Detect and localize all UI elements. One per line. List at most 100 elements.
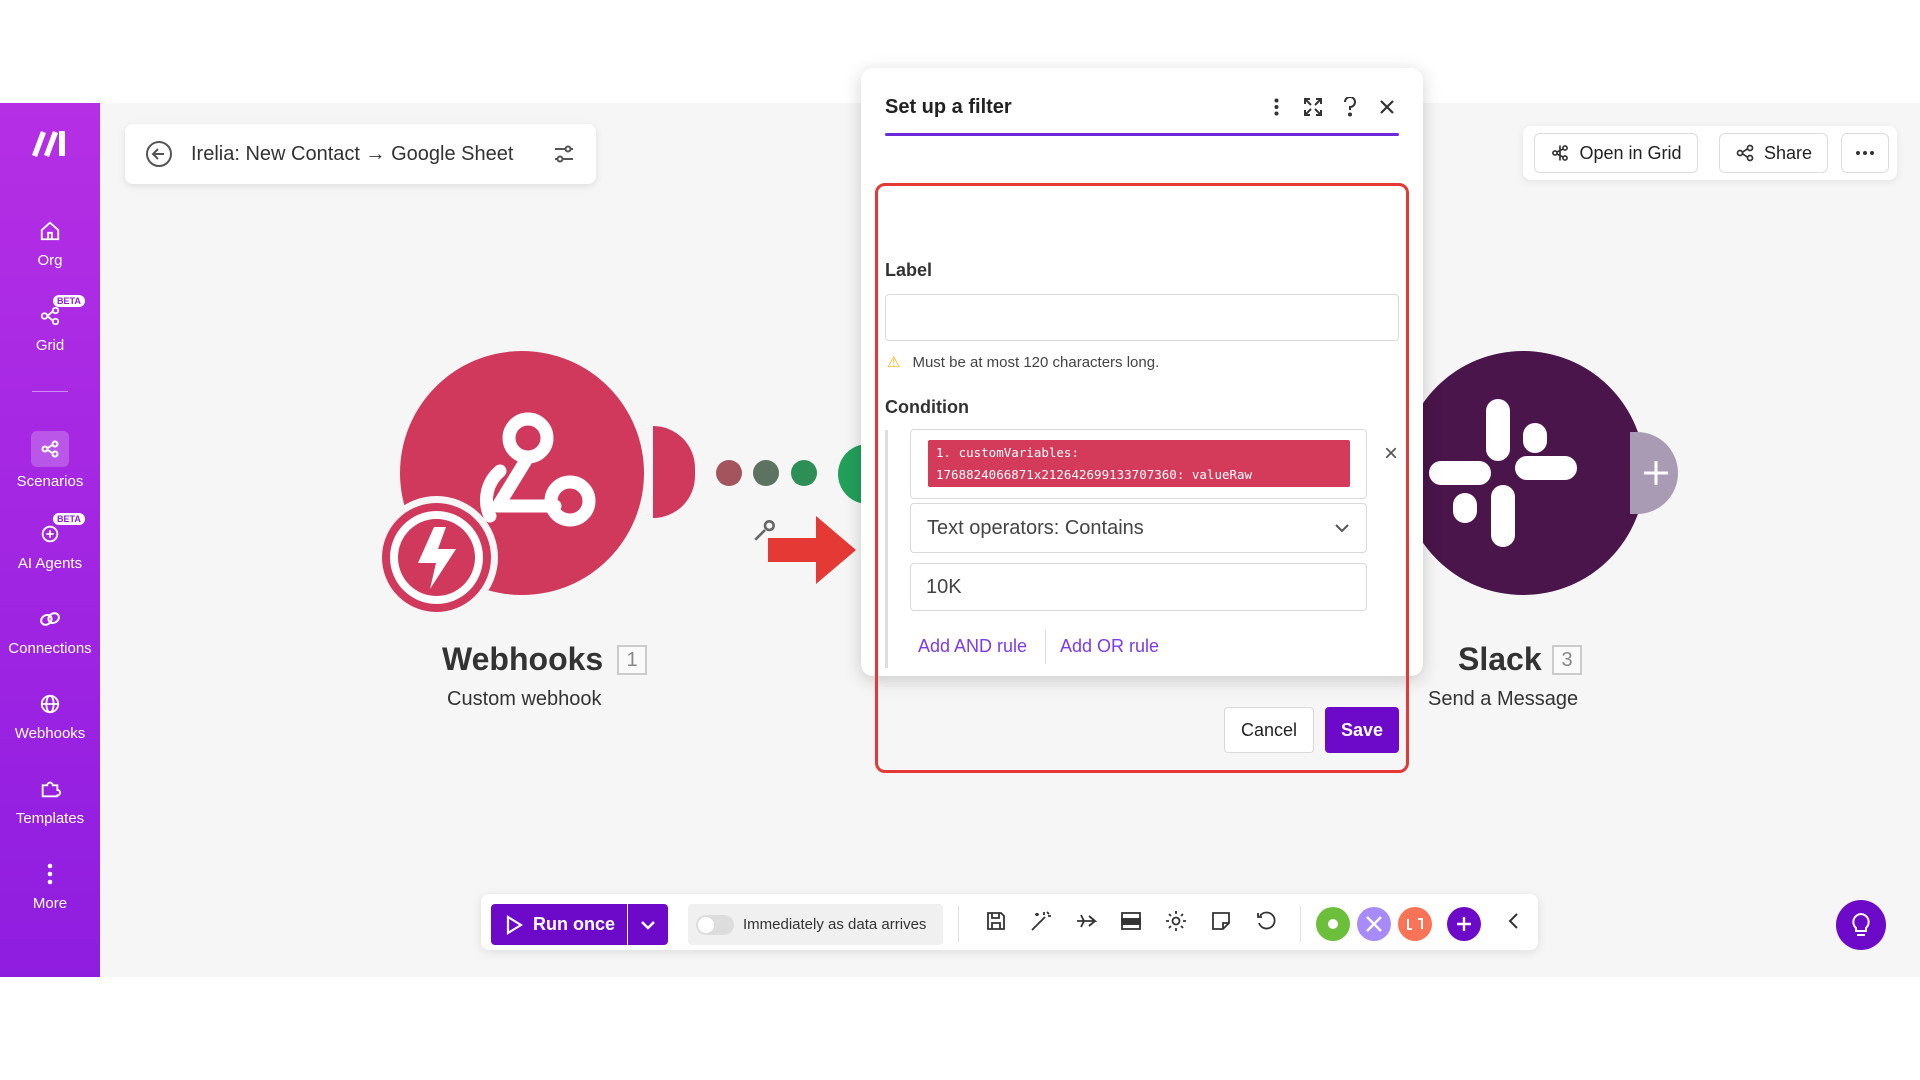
gear-icon[interactable]: [1163, 908, 1189, 934]
undo-icon[interactable]: [1253, 908, 1279, 934]
run-options-button[interactable]: [628, 904, 668, 945]
add-or-rule-link[interactable]: Add OR rule: [1060, 636, 1159, 657]
more-vertical-icon: [35, 859, 65, 889]
home-icon: [35, 216, 65, 246]
scenario-title[interactable]: Irelia: New Contact → Google Sheet: [191, 143, 552, 166]
run-once-label: Run once: [533, 914, 616, 934]
dialog-title: Set up a filter: [885, 95, 1012, 118]
open-in-grid-button[interactable]: Open in Grid: [1534, 133, 1698, 173]
puzzle-icon: [35, 774, 65, 804]
more-options-button[interactable]: [1841, 133, 1889, 173]
sidebar-item-webhooks[interactable]: Webhooks: [0, 680, 100, 750]
route-dot: [716, 460, 742, 486]
grid-icon: BETA: [35, 294, 85, 331]
run-once-button[interactable]: Run once: [491, 904, 627, 945]
variable-chip-line2: 1768824066871x212642699133707360: valueR…: [936, 467, 1253, 482]
sidebar-item-label: Scenarios: [16, 472, 84, 490]
label-hint-text: Must be at most 120 characters long.: [912, 353, 1160, 371]
plus-icon: [1457, 917, 1471, 931]
instant-trigger-badge: [375, 496, 498, 619]
slack-icon: [1429, 399, 1577, 547]
lightbulb-icon: [1852, 912, 1870, 936]
tools-icon: [1366, 916, 1382, 932]
close-icon[interactable]: [1375, 95, 1399, 119]
settings-sliders-icon[interactable]: [552, 142, 576, 166]
grid-icon: [1552, 145, 1569, 161]
sidebar-item-connections[interactable]: Connections: [0, 595, 100, 665]
play-icon: [506, 914, 523, 935]
sidebar-item-templates[interactable]: Templates: [0, 765, 100, 835]
dialog-header: Set up a filter: [885, 86, 1399, 128]
add-app-button[interactable]: [1447, 907, 1481, 941]
sidebar-item-ai-agents[interactable]: BETA AI Agents: [0, 510, 100, 580]
module-subtitle: Custom webhook: [447, 688, 602, 710]
app-bubble-green[interactable]: [1316, 907, 1350, 941]
back-arrow-icon[interactable]: [145, 140, 173, 168]
module-name: Slack: [1458, 641, 1542, 677]
chevron-left-icon[interactable]: [1500, 908, 1526, 934]
warning-icon: ⚠: [887, 354, 901, 371]
notes-table-icon[interactable]: [1118, 908, 1144, 934]
chevron-down-icon: [1335, 524, 1349, 533]
chevron-down-icon: [641, 920, 655, 930]
sidebar-item-label: Grid: [35, 336, 65, 354]
sidebar-item-org[interactable]: Org: [0, 207, 100, 277]
app-bubble-flow[interactable]: [1398, 907, 1432, 941]
sidebar-item-label: Connections: [8, 639, 92, 657]
save-button[interactable]: Save: [1325, 707, 1399, 753]
share-icon: [1736, 144, 1754, 162]
slack-module[interactable]: [1401, 351, 1645, 595]
add-and-rule-link[interactable]: Add AND rule: [918, 636, 1027, 657]
make-logo-icon[interactable]: [28, 125, 72, 159]
module-subtitle: Send a Message: [1428, 688, 1579, 710]
beta-badge: BETA: [53, 294, 85, 307]
sidebar-item-label: Org: [37, 251, 63, 269]
cancel-button[interactable]: Cancel: [1224, 707, 1314, 753]
flow-control-icon: [1407, 918, 1423, 930]
link-icon: [35, 604, 65, 634]
help-icon[interactable]: [1338, 95, 1362, 119]
condition-group-bar: [885, 430, 888, 668]
sidebar-item-grid[interactable]: BETA Grid: [0, 292, 100, 362]
share-label: Share: [1763, 142, 1813, 163]
dialog-header-underline: [885, 133, 1399, 136]
variable-chip[interactable]: 1. customVariables: 1768824066871x212642…: [928, 440, 1350, 487]
schedule-label: Immediately as data arrives: [743, 916, 927, 933]
expand-icon[interactable]: [1301, 95, 1325, 119]
share-button[interactable]: Share: [1719, 133, 1828, 173]
sidebar-divider: [32, 391, 68, 392]
sticky-note-icon[interactable]: [1208, 908, 1234, 934]
red-arrow-icon: [768, 516, 856, 584]
ai-agents-icon: BETA: [35, 512, 85, 549]
route-dot: [791, 460, 817, 486]
airplane-icon[interactable]: [1073, 908, 1099, 934]
kebab-menu-icon[interactable]: [1264, 95, 1288, 119]
sidebar-item-more[interactable]: More: [0, 850, 100, 920]
gear-icon: [1316, 907, 1350, 941]
module-number: 1: [617, 645, 647, 675]
magic-wand-icon[interactable]: [1028, 908, 1054, 934]
remove-rule-icon[interactable]: ×: [1380, 442, 1402, 466]
scenario-title-bar: Irelia: New Contact → Google Sheet: [125, 124, 596, 184]
dialog-footer-divider: [885, 686, 1399, 687]
schedule-setting[interactable]: Immediately as data arrives: [688, 904, 943, 945]
globe-icon: [35, 689, 65, 719]
sidebar-item-scenarios[interactable]: Scenarios: [0, 425, 100, 495]
label-hint: ⚠ Must be at most 120 characters long.: [887, 353, 1160, 372]
lightbulb-help-button[interactable]: [1836, 900, 1886, 950]
label-input[interactable]: [885, 294, 1399, 341]
save-icon[interactable]: [983, 908, 1009, 934]
variable-chip-line1: 1. customVariables:: [936, 445, 1079, 460]
top-actions: Open in Grid Share: [1523, 126, 1897, 180]
label-field-label: Label: [885, 260, 933, 280]
toolbar-divider: [1300, 906, 1301, 942]
operator-select[interactable]: Text operators: Contains: [910, 503, 1367, 553]
lightning-icon: [418, 527, 456, 589]
condition-label: Condition: [885, 397, 969, 417]
schedule-toggle[interactable]: [696, 914, 734, 935]
plus-icon: [1644, 461, 1668, 485]
sidebar-item-label: More: [32, 894, 68, 912]
condition-value-input[interactable]: [910, 563, 1367, 611]
app-bubble-tools[interactable]: [1357, 907, 1391, 941]
sidebar-item-label: AI Agents: [17, 554, 83, 572]
